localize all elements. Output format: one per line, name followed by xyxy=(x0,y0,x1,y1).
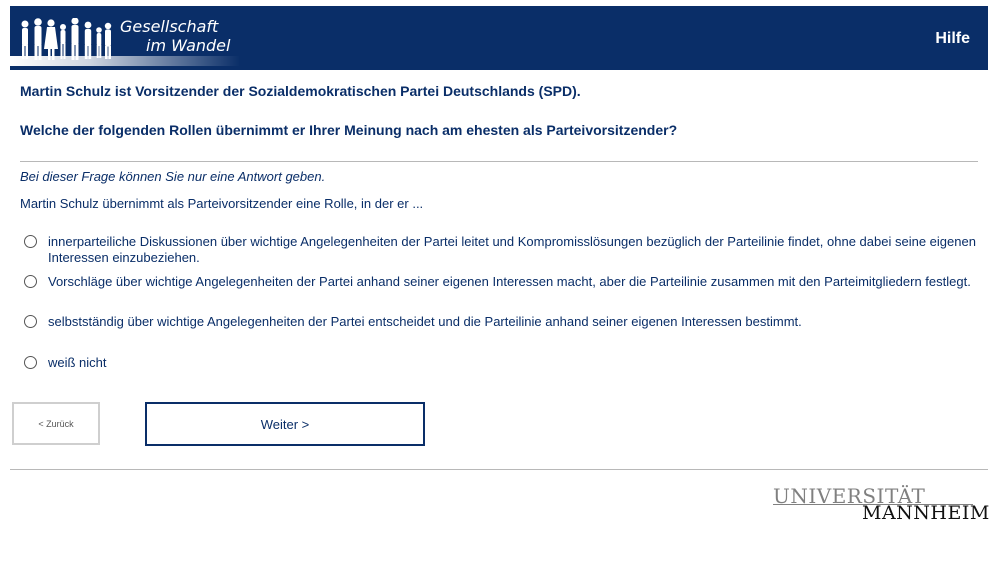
help-link[interactable]: Hilfe xyxy=(935,30,970,48)
back-button[interactable]: < Zurück xyxy=(12,402,100,445)
answer-option-label[interactable]: weiß nicht xyxy=(48,355,978,371)
university-line2: MANNHEIM xyxy=(862,502,990,524)
next-button[interactable]: Weiter > xyxy=(145,402,425,446)
question-stem: Martin Schulz übernimmt als Parteivorsit… xyxy=(20,196,424,211)
radio-button[interactable] xyxy=(24,235,37,248)
header-bar: Gesellschaft im Wandel Hilfe xyxy=(10,6,988,70)
answer-option-label[interactable]: selbstständig über wichtige Angelegenhei… xyxy=(48,314,978,330)
radio-button[interactable] xyxy=(24,356,37,369)
logo-swoosh xyxy=(10,56,240,66)
university-logo: UNIVERSITÄT MANNHEIM xyxy=(770,484,989,524)
footer-divider xyxy=(10,469,988,470)
question-intro: Martin Schulz ist Vorsitzender der Sozia… xyxy=(20,83,581,99)
logo-line1: Gesellschaft xyxy=(120,17,219,36)
study-logo: Gesellschaft im Wandel xyxy=(10,6,250,70)
answer-option-label[interactable]: innerparteiliche Diskussionen über wicht… xyxy=(48,234,978,266)
logo-line2: im Wandel xyxy=(146,36,231,55)
radio-button[interactable] xyxy=(24,275,37,288)
logo-title: Gesellschaft im Wandel xyxy=(120,17,230,55)
divider xyxy=(20,161,978,162)
answer-instruction: Bei dieser Frage können Sie nur eine Ant… xyxy=(20,169,326,184)
question-text: Welche der folgenden Rollen übernimmt er… xyxy=(20,122,678,138)
radio-button[interactable] xyxy=(24,315,37,328)
answer-option-label[interactable]: Vorschläge über wichtige Angelegenheiten… xyxy=(48,274,978,290)
